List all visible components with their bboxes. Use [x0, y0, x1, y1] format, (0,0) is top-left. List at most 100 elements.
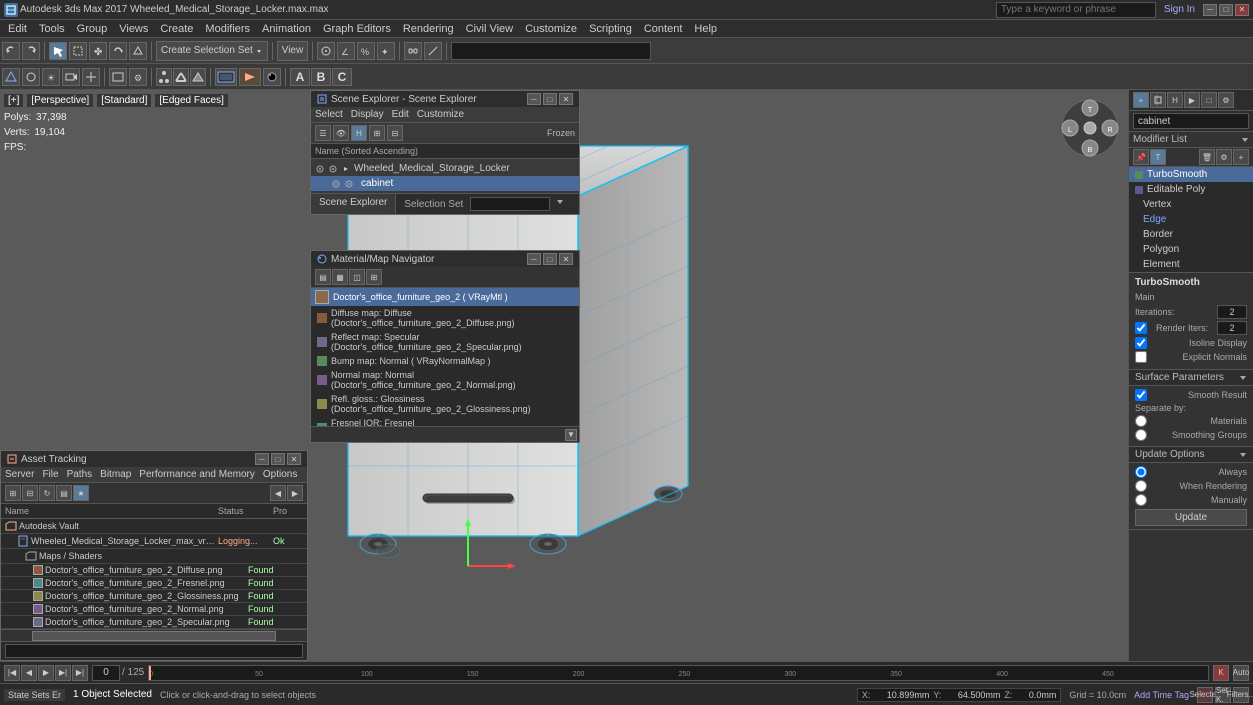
map-item-reflect[interactable]: Reflect map: Specular (Doctor's_office_f…	[311, 330, 579, 354]
mod-config-btn[interactable]: ⚙	[1216, 149, 1232, 165]
utilities-panel-btn[interactable]: ⚙	[1218, 92, 1234, 108]
hierarchy-panel-btn[interactable]: H	[1167, 92, 1183, 108]
asset-row-diffuse[interactable]: Doctor's_office_furniture_geo_2_Diffuse.…	[1, 564, 307, 577]
geometry-button[interactable]	[2, 68, 20, 86]
menu-animation[interactable]: Animation	[256, 20, 317, 37]
char-b-button[interactable]: B	[311, 68, 331, 86]
scroll-down-btn[interactable]: ▼	[565, 429, 577, 441]
link-button[interactable]	[404, 42, 422, 60]
materials-radio[interactable]	[1135, 415, 1147, 427]
helpers-button[interactable]	[82, 68, 100, 86]
utilities-button[interactable]: ⚙	[129, 68, 147, 86]
menu-edit[interactable]: Edit	[2, 20, 33, 37]
char-a-button[interactable]: A	[290, 68, 310, 86]
playhead[interactable]	[149, 666, 151, 680]
scene-explorer-tab[interactable]: Scene Explorer	[311, 194, 396, 214]
menu-create[interactable]: Create	[154, 20, 199, 37]
asset-row-max[interactable]: Wheeled_Medical_Storage_Locker_max_vray.…	[1, 534, 307, 549]
scene-explorer-minimize[interactable]: ─	[527, 93, 541, 105]
modifier-vertex[interactable]: Vertex	[1129, 197, 1253, 212]
iterations-input[interactable]	[1217, 305, 1247, 319]
menu-customize[interactable]: Customize	[519, 20, 583, 37]
close-button[interactable]: ✕	[1235, 4, 1249, 16]
y-input[interactable]	[945, 690, 1000, 700]
manually-radio[interactable]	[1135, 494, 1147, 506]
lights-button[interactable]: ☀	[42, 68, 60, 86]
mod-add-btn[interactable]: +	[1233, 149, 1249, 165]
scene-explorer-select-menu[interactable]: Select	[315, 109, 343, 120]
viewport-perspective-label[interactable]: [+]	[4, 94, 23, 107]
menu-group[interactable]: Group	[71, 20, 114, 37]
select-button[interactable]	[49, 42, 67, 60]
tree-item-root[interactable]: Wheeled_Medical_Storage_Locker	[311, 161, 579, 176]
surface-params-header[interactable]: Surface Parameters	[1129, 370, 1253, 386]
vertex-icon[interactable]	[156, 68, 172, 86]
render-iters-checkbox[interactable]	[1135, 322, 1147, 334]
menu-views[interactable]: Views	[113, 20, 154, 37]
smoothing-groups-radio[interactable]	[1135, 429, 1147, 441]
scale-button[interactable]	[129, 42, 147, 60]
angle-snap-button[interactable]: ∠	[337, 42, 355, 60]
mat-nav-btn1[interactable]: ▤	[315, 269, 331, 285]
at-btn1[interactable]: ⊞	[5, 485, 21, 501]
mod-pin-btn[interactable]: 📌	[1133, 149, 1149, 165]
edge-icon-tool[interactable]	[173, 68, 189, 86]
update-options-header[interactable]: Update Options	[1129, 447, 1253, 463]
menu-help[interactable]: Help	[688, 20, 723, 37]
scene-explorer-display-menu[interactable]: Display	[351, 109, 384, 120]
isoline-checkbox[interactable]	[1135, 337, 1147, 349]
unlink-button[interactable]	[424, 42, 442, 60]
asset-row-glossiness[interactable]: Doctor's_office_furniture_geo_2_Glossine…	[1, 590, 307, 603]
map-item-gloss[interactable]: Refl. gloss.: Glossiness (Doctor's_offic…	[311, 392, 579, 416]
maximize-button[interactable]: □	[1219, 4, 1233, 16]
selection-set-input[interactable]	[470, 197, 550, 211]
auto-mode-btn[interactable]: Auto	[1233, 665, 1249, 681]
viewport-shading-label[interactable]: [Standard]	[97, 94, 151, 107]
x-input[interactable]	[874, 690, 929, 700]
at-performance-menu[interactable]: Performance and Memory	[139, 469, 255, 480]
se-show-btn[interactable]: 👁	[333, 125, 349, 141]
asset-path-input[interactable]	[5, 644, 303, 658]
search-input[interactable]	[996, 2, 1156, 18]
selection-set-tab[interactable]: Selection Set	[396, 194, 579, 214]
mat-nav-btn3[interactable]: ◫	[349, 269, 365, 285]
update-button[interactable]: Update	[1135, 509, 1247, 526]
asset-maximize[interactable]: □	[271, 453, 285, 465]
menu-content[interactable]: Content	[638, 20, 689, 37]
material-navigator-title-bar[interactable]: Material/Map Navigator ─ □ ✕	[311, 251, 579, 267]
shapes-button[interactable]	[22, 68, 40, 86]
at-btn5[interactable]: ★	[73, 485, 89, 501]
play-btn[interactable]: ▶	[38, 665, 54, 681]
render-setup-button[interactable]	[215, 68, 237, 86]
always-radio[interactable]	[1135, 466, 1147, 478]
prev-frame-btn[interactable]: ◀	[21, 665, 37, 681]
object-name-input[interactable]	[1133, 113, 1249, 129]
modifier-edge[interactable]: Edge	[1129, 212, 1253, 227]
scene-explorer-customize-menu[interactable]: Customize	[417, 109, 464, 120]
mat-nav-maximize[interactable]: □	[543, 253, 557, 265]
next-frame-btn[interactable]: ▶|	[55, 665, 71, 681]
se-hide-btn[interactable]: H	[351, 125, 367, 141]
minimize-button[interactable]: ─	[1203, 4, 1217, 16]
mat-nav-minimize[interactable]: ─	[527, 253, 541, 265]
percent-snap-button[interactable]: %	[357, 42, 375, 60]
modifier-turbosmaooth[interactable]: TurboSmooth	[1129, 167, 1253, 182]
modifier-border[interactable]: Border	[1129, 227, 1253, 242]
at-server-menu[interactable]: Server	[5, 469, 34, 480]
face-icon[interactable]	[190, 68, 206, 86]
at-btn3[interactable]: ↻	[39, 485, 55, 501]
asset-scrollbar[interactable]	[1, 629, 307, 641]
asset-scrollbar-thumb[interactable]	[32, 631, 277, 641]
se-deselect-btn[interactable]: ⊟	[387, 125, 403, 141]
menu-rendering[interactable]: Rendering	[397, 20, 460, 37]
display-panel-btn[interactable]: □	[1201, 92, 1217, 108]
timeline-ruler[interactable]: 0 50 100 150 200 250 300 350 400 450	[148, 665, 1209, 681]
view-button[interactable]: View	[277, 41, 309, 61]
asset-row-vault[interactable]: Autodesk Vault	[1, 519, 307, 534]
selected-btn[interactable]: Selected	[1197, 687, 1213, 703]
state-sets-label[interactable]: State Sets Er	[4, 689, 65, 701]
scene-explorer-close[interactable]: ✕	[559, 93, 573, 105]
go-end-btn[interactable]: ▶|	[72, 665, 88, 681]
selection-set-button[interactable]: Create Selection Set	[156, 41, 268, 61]
at-bitmap-menu[interactable]: Bitmap	[100, 469, 131, 480]
